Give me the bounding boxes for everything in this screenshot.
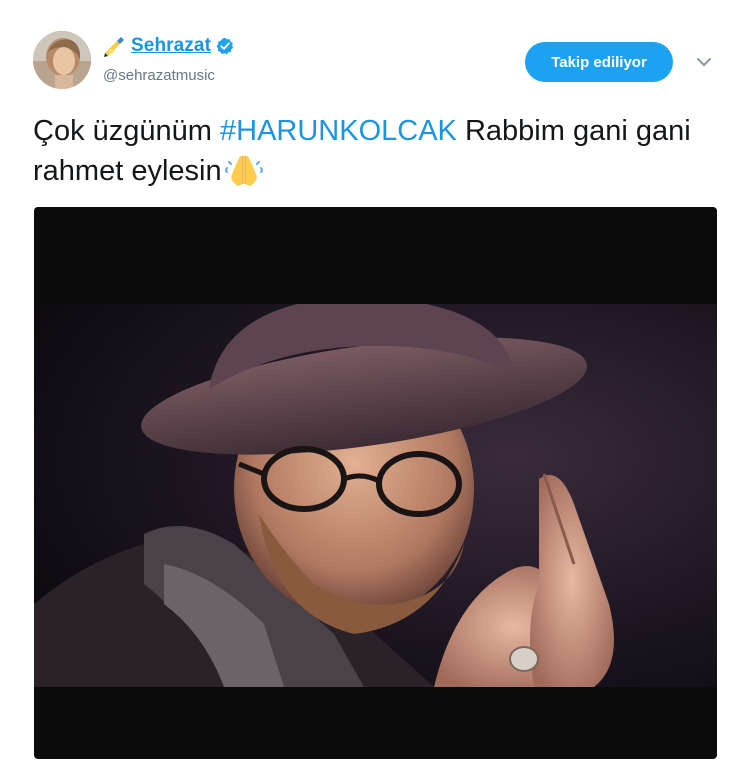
user-info: Sehrazat @sehrazatmusic bbox=[103, 34, 403, 90]
avatar-image bbox=[33, 31, 91, 89]
chevron-down-icon[interactable] bbox=[694, 52, 714, 72]
hashtag-link[interactable]: #HARUNKOLCAK bbox=[220, 115, 457, 147]
tweet-text-lead: Çok üzgünüm bbox=[33, 115, 220, 147]
tweet-card: Sehrazat @sehrazatmusic Takip ediliyor Ç… bbox=[0, 0, 730, 770]
verified-badge-icon bbox=[216, 37, 234, 55]
following-button[interactable]: Takip ediliyor bbox=[525, 42, 673, 82]
display-name-link[interactable]: Sehrazat bbox=[103, 34, 234, 58]
writing-hand-emoji-icon bbox=[103, 35, 127, 57]
folded-hands-emoji-icon bbox=[224, 152, 264, 188]
photo-man-with-hat bbox=[34, 304, 717, 687]
avatar[interactable] bbox=[33, 31, 91, 89]
display-name: Sehrazat bbox=[131, 35, 212, 56]
tweet-text: Çok üzgünüm #HARUNKOLCAK Rabbim gani gan… bbox=[33, 111, 693, 191]
user-handle[interactable]: @sehrazatmusic bbox=[103, 67, 215, 84]
tweet-media[interactable] bbox=[34, 207, 717, 759]
